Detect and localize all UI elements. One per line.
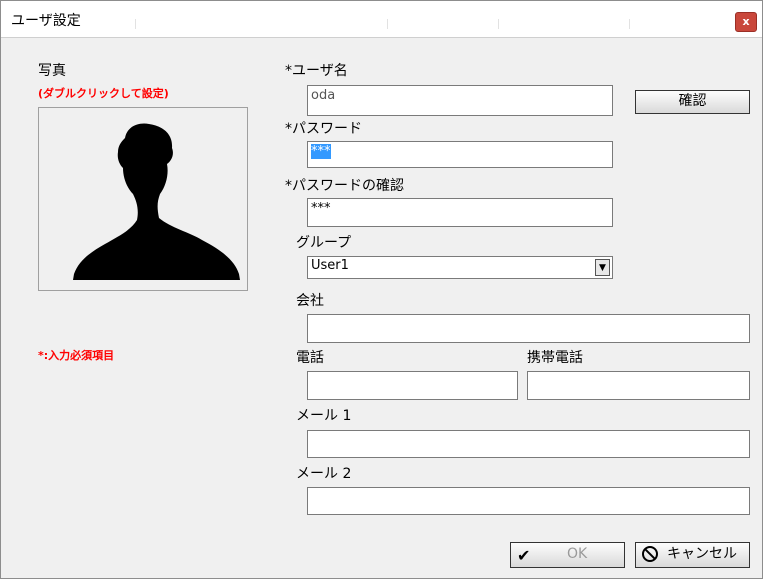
password-value: ***: [311, 144, 331, 159]
no-entry-icon: [642, 546, 658, 562]
username-input[interactable]: oda: [307, 85, 613, 116]
mobile-label: 携帯電話: [527, 350, 583, 366]
company-label: 会社: [296, 293, 324, 309]
username-label: *ユーザ名: [285, 63, 348, 79]
password-input[interactable]: ***: [307, 141, 613, 168]
group-select[interactable]: User1 ▼: [307, 256, 613, 279]
photo-label: 写真: [38, 63, 66, 79]
chevron-down-icon[interactable]: ▼: [595, 259, 610, 276]
ok-label: OK: [567, 546, 588, 562]
mail1-label: メール 1: [296, 408, 352, 424]
user-silhouette-icon: [73, 123, 240, 280]
group-value: User1: [311, 258, 349, 273]
phone-label: 電話: [296, 350, 324, 366]
mail1-input[interactable]: [307, 430, 750, 458]
password-confirm-input[interactable]: ***: [307, 198, 613, 227]
background-divider: [498, 19, 499, 29]
group-label: グループ: [296, 235, 352, 251]
password-label: *パスワード: [285, 121, 362, 137]
photo-hint: (ダブルクリックして設定): [38, 87, 169, 100]
user-settings-dialog: ユーザ設定 x 写真 (ダブルクリックして設定) *:入力必須項目 *ユーザ名 …: [0, 0, 763, 579]
check-icon: ✔: [517, 546, 531, 565]
confirm-button[interactable]: 確認: [635, 90, 750, 114]
mail2-input[interactable]: [307, 487, 750, 515]
close-button[interactable]: x: [735, 12, 757, 32]
background-divider: [135, 19, 136, 29]
cancel-button[interactable]: キャンセル: [635, 542, 750, 568]
cancel-label: キャンセル: [667, 546, 737, 562]
title-bar: ユーザ設定 x: [1, 1, 762, 38]
mail2-label: メール 2: [296, 466, 352, 482]
phone-input[interactable]: [307, 371, 518, 400]
window-title: ユーザ設定: [11, 13, 81, 29]
required-note: *:入力必須項目: [38, 349, 115, 362]
background-divider: [387, 19, 388, 29]
mobile-input[interactable]: [527, 371, 750, 400]
company-input[interactable]: [307, 314, 750, 343]
background-divider: [629, 19, 630, 29]
photo-box[interactable]: [38, 107, 248, 291]
ok-button[interactable]: ✔ OK: [510, 542, 625, 568]
password-confirm-label: *パスワードの確認: [285, 178, 404, 194]
